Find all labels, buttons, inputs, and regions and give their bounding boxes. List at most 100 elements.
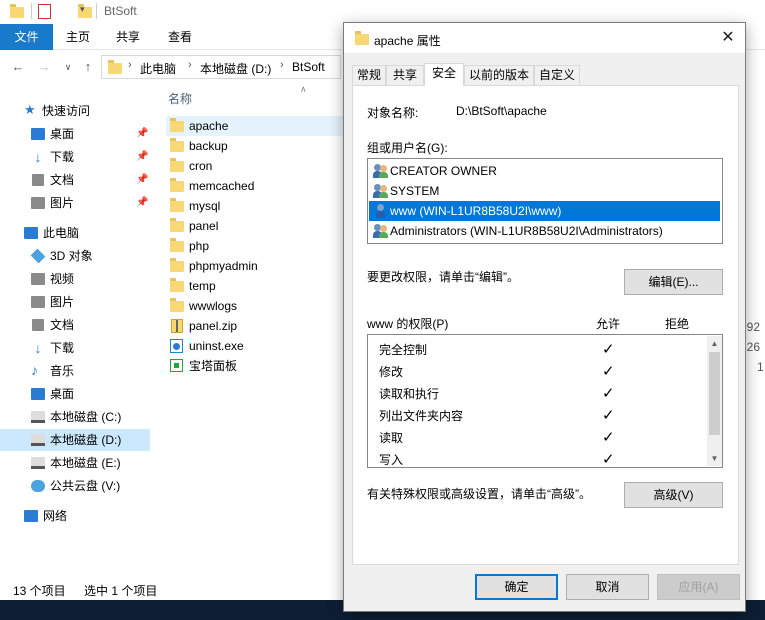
security-panel: 对象名称: D:\BtSoft\apache 组或用户名(G): CREATOR…	[352, 85, 739, 565]
tab-file[interactable]: 文件	[0, 24, 53, 50]
drive-icon	[31, 411, 45, 423]
group-users-label: 组或用户名(G):	[367, 141, 448, 155]
file-name: 宝塔面板	[189, 359, 238, 373]
nav-item-documents-pc[interactable]: 文档	[0, 314, 150, 336]
nav-item-drive-d[interactable]: 本地磁盘 (D:)	[0, 429, 150, 451]
scroll-up-icon[interactable]: ▲	[707, 336, 722, 351]
user-row-system[interactable]: SYSTEM	[369, 181, 720, 201]
file-row-panel[interactable]: panel	[166, 216, 366, 236]
permissions-label: www 的权限(P)	[367, 317, 449, 331]
desktop-icon	[31, 128, 45, 140]
file-row-cron[interactable]: cron	[166, 156, 366, 176]
folder-icon	[355, 31, 369, 45]
user-name: www (WIN-L1UR8B58U2I\www)	[390, 204, 562, 218]
document-icon	[32, 319, 44, 331]
cancel-button[interactable]: 取消	[566, 574, 649, 600]
permissions-list[interactable]: 完全控制 ✓ 修改 ✓ 读取和执行 ✓ 列出文件夹内容 ✓ 读取 ✓ 写入 ✓	[367, 334, 723, 468]
tab-sharing[interactable]: 共享	[386, 65, 424, 85]
checkmark-icon: ✓	[602, 341, 615, 358]
file-row-phpmyadmin[interactable]: phpmyadmin	[166, 256, 366, 276]
tab-home[interactable]: 主页	[58, 24, 98, 50]
nav-item-documents[interactable]: 文档 📌	[0, 169, 150, 191]
file-row-panel-zip[interactable]: panel.zip	[166, 316, 366, 336]
advanced-button[interactable]: 高级(V)	[624, 482, 723, 508]
file-name: apache	[189, 119, 229, 133]
tab-previous-versions[interactable]: 以前的版本	[464, 65, 534, 85]
star-icon: ★	[24, 102, 36, 117]
dialog-title-bar: apache 属性 ✕	[344, 23, 745, 53]
nav-item-drive-e[interactable]: 本地磁盘 (E:)	[0, 452, 150, 474]
drive-icon	[31, 457, 45, 469]
scroll-down-icon[interactable]: ▼	[707, 451, 722, 466]
address-bar[interactable]: › 此电脑 › 本地磁盘 (D:) › BtSoft	[101, 55, 341, 79]
tab-security[interactable]: 安全	[424, 63, 464, 86]
forward-arrow-icon[interactable]: →	[36, 58, 52, 76]
tab-view[interactable]: 查看	[160, 24, 200, 50]
folder-icon	[170, 238, 184, 252]
up-arrow-icon[interactable]: ↑	[80, 58, 96, 76]
nav-item-3d-objects[interactable]: 3D 对象	[0, 245, 150, 267]
scrollbar-thumb[interactable]	[709, 352, 720, 435]
file-row-php[interactable]: php	[166, 236, 366, 256]
video-icon	[31, 273, 45, 285]
nav-item-downloads[interactable]: ↓ 下载 📌	[0, 146, 150, 168]
permission-name: 读取和执行	[379, 387, 440, 401]
back-arrow-icon[interactable]: ←	[10, 58, 26, 76]
recent-locations-icon[interactable]: ∨	[60, 58, 76, 76]
nav-label: 视频	[50, 272, 75, 286]
zip-file-icon	[171, 319, 183, 333]
music-icon: ♪	[31, 362, 38, 378]
nav-item-videos[interactable]: 视频	[0, 268, 150, 290]
file-row-apache[interactable]: apache	[166, 116, 366, 136]
user-row-administrators[interactable]: Administrators (WIN-L1UR8B58U2I\Administ…	[369, 221, 720, 241]
exe-file-icon	[170, 339, 183, 353]
apply-button[interactable]: 应用(A)	[657, 574, 740, 600]
file-name: temp	[189, 279, 216, 293]
file-row-bt-panel[interactable]: 宝塔面板	[166, 356, 366, 376]
file-row-wwwlogs[interactable]: wwwlogs	[166, 296, 366, 316]
file-row-memcached[interactable]: memcached	[166, 176, 366, 196]
nav-item-network[interactable]: 网络	[0, 505, 150, 527]
file-list: 名称 ∧ apache backup cron memcached mysql …	[152, 84, 366, 584]
breadcrumb-drive-d[interactable]: 本地磁盘 (D:)	[200, 60, 271, 77]
user-row-www[interactable]: www (WIN-L1UR8B58U2I\www)	[369, 201, 720, 221]
object-name-label: 对象名称:	[367, 106, 419, 120]
nav-item-quick-access[interactable]: ★ 快速访问	[0, 100, 150, 122]
file-name: panel.zip	[189, 319, 238, 333]
nav-item-drive-c[interactable]: 本地磁盘 (C:)	[0, 406, 150, 428]
file-row-mysql[interactable]: mysql	[166, 196, 366, 216]
nav-item-cloud-drive-v[interactable]: 公共云盘 (V:)	[0, 475, 150, 497]
users-group-icon	[373, 184, 389, 198]
nav-item-downloads-pc[interactable]: ↓ 下载	[0, 337, 150, 359]
folder-icon	[10, 4, 24, 18]
close-icon[interactable]: ✕	[718, 28, 738, 48]
file-row-uninst-exe[interactable]: uninst.exe	[166, 336, 366, 356]
file-row-backup[interactable]: backup	[166, 136, 366, 156]
properties-icon[interactable]	[38, 4, 51, 19]
tab-customize[interactable]: 自定义	[534, 65, 580, 85]
nav-item-pictures[interactable]: 图片 📌	[0, 192, 150, 214]
nav-item-pictures-pc[interactable]: 图片	[0, 291, 150, 313]
folder-icon	[170, 218, 184, 232]
users-listbox[interactable]: CREATOR OWNER SYSTEM www (WIN-L1UR8B58U2…	[367, 158, 723, 244]
user-row-creator-owner[interactable]: CREATOR OWNER	[369, 161, 720, 181]
navigation-pane: ★ 快速访问 桌面 📌 ↓ 下载 📌 文档 📌 图片 📌 此电脑 3D 对象 视…	[0, 96, 150, 576]
file-row-temp[interactable]: temp	[166, 276, 366, 296]
breadcrumb-btsoft[interactable]: BtSoft	[292, 60, 325, 74]
tab-share[interactable]: 共享	[108, 24, 148, 50]
pin-icon: 📌	[136, 197, 149, 208]
quick-access-dropdown-icon[interactable]: ▾	[80, 4, 85, 15]
breadcrumb-this-pc[interactable]: 此电脑	[140, 60, 176, 77]
folder-icon	[170, 178, 184, 192]
nav-item-this-pc[interactable]: 此电脑	[0, 222, 150, 244]
nav-label: 公共云盘 (V:)	[50, 479, 121, 493]
tab-general[interactable]: 常规	[352, 65, 386, 85]
ok-button[interactable]: 确定	[475, 574, 558, 600]
edit-button[interactable]: 编辑(E)...	[624, 269, 723, 295]
folder-icon	[170, 298, 184, 312]
column-header-name[interactable]: 名称	[168, 90, 192, 107]
permissions-scrollbar[interactable]: ▲ ▼	[707, 336, 722, 466]
nav-item-desktop-pc[interactable]: 桌面	[0, 383, 150, 405]
nav-item-music[interactable]: ♪ 音乐	[0, 360, 150, 382]
nav-item-desktop[interactable]: 桌面 📌	[0, 123, 150, 145]
